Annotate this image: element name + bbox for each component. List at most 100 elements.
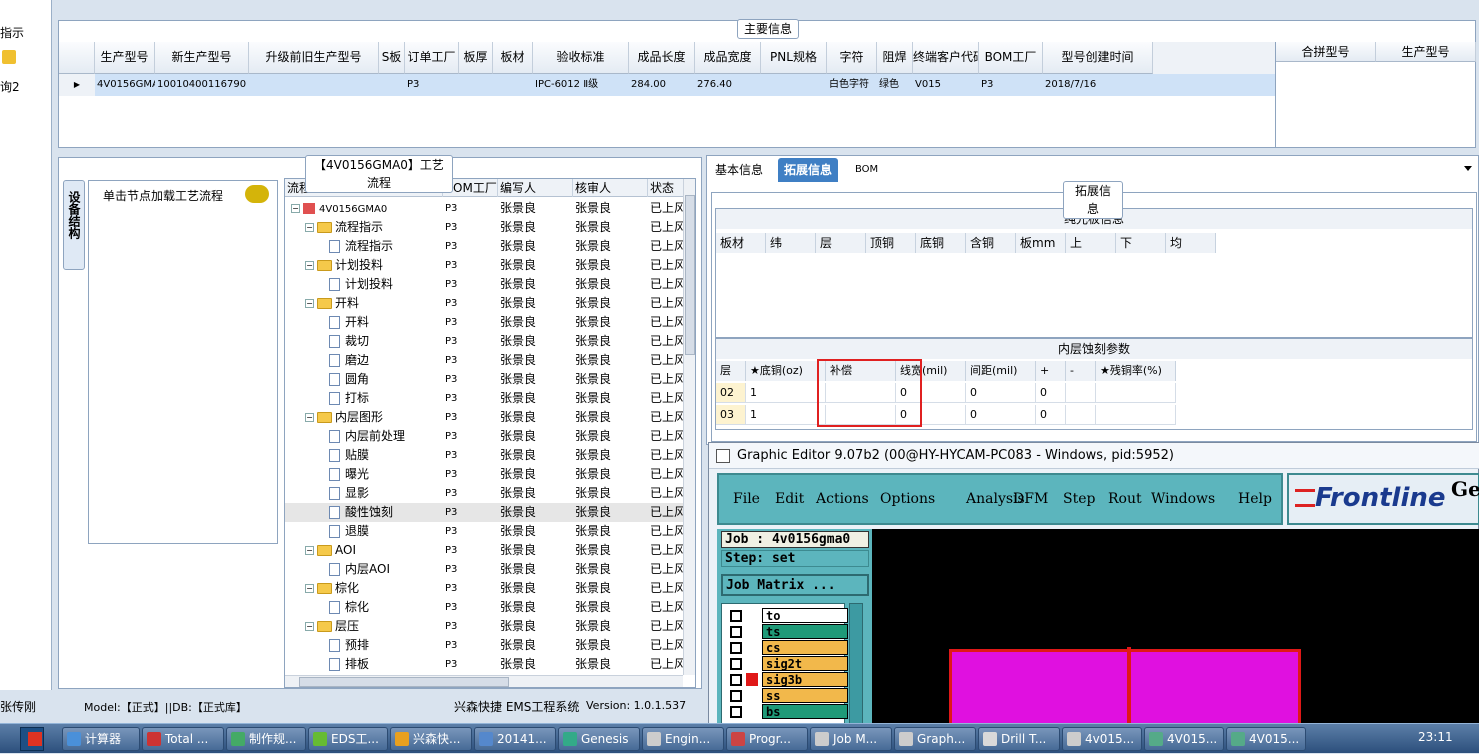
list-item[interactable]: − 棕化 P3 张景良 张景良 已上风: [285, 579, 686, 598]
column-header[interactable]: 升级前旧生产型号: [249, 42, 379, 74]
etch-cell[interactable]: 0: [966, 383, 1036, 403]
collapse-icon[interactable]: −: [291, 204, 300, 213]
collapse-icon[interactable]: −: [305, 413, 314, 422]
tree-node[interactable]: 显影: [329, 484, 369, 503]
column-header[interactable]: 阻焊: [877, 42, 913, 74]
tree-node[interactable]: 打标: [329, 389, 369, 408]
tree-node[interactable]: 内层AOI: [329, 560, 390, 579]
list-item[interactable]: 计划投料 P3 张景良 张景良 已上风: [285, 275, 686, 294]
collapse-icon[interactable]: −: [305, 584, 314, 593]
layer-name[interactable]: bs: [762, 704, 848, 719]
column-header[interactable]: 成品宽度: [695, 42, 761, 74]
tree-node[interactable]: 退膜: [329, 522, 369, 541]
column-header[interactable]: BOM工厂: [979, 42, 1043, 74]
column-header[interactable]: 生产型号: [95, 42, 155, 74]
taskbar-button[interactable]: 兴森快...: [390, 727, 472, 751]
taskbar-button[interactable]: 4V015...: [1144, 727, 1224, 751]
layer-name[interactable]: ts: [762, 624, 848, 639]
hint-text[interactable]: 单击节点加载工艺流程: [103, 187, 223, 204]
taskbar-button[interactable]: 制作规...: [226, 727, 306, 751]
layer-scrollbar[interactable]: [849, 603, 863, 728]
list-item[interactable]: − 流程指示 P3 张景良 张景良 已上风: [285, 218, 686, 237]
taskbar-button[interactable]: 20141...: [474, 727, 556, 751]
pure-column-header[interactable]: 层: [816, 233, 866, 253]
pure-column-header[interactable]: 上: [1066, 233, 1116, 253]
hscroll-thumb[interactable]: [299, 677, 509, 687]
tree-node[interactable]: − 棕化: [305, 579, 359, 598]
list-item[interactable]: − 层压 P3 张景良 张景良 已上风: [285, 617, 686, 636]
tree-node[interactable]: 贴膜: [329, 446, 369, 465]
tree-node[interactable]: 酸性蚀刻: [329, 503, 393, 522]
etch-cell[interactable]: [1096, 405, 1176, 425]
scrollbar-thumb[interactable]: [685, 195, 695, 355]
layer-row[interactable]: ts: [730, 624, 860, 639]
layer-name[interactable]: ss: [762, 688, 848, 703]
column-header[interactable]: 字符: [827, 42, 877, 74]
taskbar-button[interactable]: 4V015...: [1226, 727, 1306, 751]
layer-checkbox[interactable]: [730, 690, 742, 702]
tree-node[interactable]: − 内层图形: [305, 408, 383, 427]
list-item[interactable]: 贴膜 P3 张景良 张景良 已上风: [285, 446, 686, 465]
tree-column-header[interactable]: 核审人: [573, 179, 648, 197]
menu-item[interactable]: Rout: [1108, 491, 1142, 507]
list-item[interactable]: 开料 P3 张景良 张景良 已上风: [285, 313, 686, 332]
nav-item-query[interactable]: 询2: [0, 78, 20, 95]
pure-column-header[interactable]: 下: [1116, 233, 1166, 253]
layer-name[interactable]: cs: [762, 640, 848, 655]
list-item[interactable]: 退膜 P3 张景良 张景良 已上风: [285, 522, 686, 541]
list-item[interactable]: − 内层图形 P3 张景良 张景良 已上风: [285, 408, 686, 427]
list-item[interactable]: 裁切 P3 张景良 张景良 已上风: [285, 332, 686, 351]
tree-node[interactable]: − 开料: [305, 294, 359, 313]
taskbar-button[interactable]: Graph...: [894, 727, 976, 751]
job-matrix-button[interactable]: Job Matrix ...: [721, 574, 869, 596]
layer-checkbox[interactable]: [730, 626, 742, 638]
list-item[interactable]: 内层AOI P3 张景良 张景良 已上风: [285, 560, 686, 579]
menu-item[interactable]: Actions: [816, 491, 869, 507]
list-item[interactable]: 棕化 P3 张景良 张景良 已上风: [285, 598, 686, 617]
tree-node[interactable]: 流程指示: [329, 237, 393, 256]
pure-column-header[interactable]: 含铜: [966, 233, 1016, 253]
pure-column-header[interactable]: 底铜: [916, 233, 966, 253]
list-item[interactable]: − 计划投料 P3 张景良 张景良 已上风: [285, 256, 686, 275]
column-header[interactable]: 型号创建时间: [1043, 42, 1153, 74]
pure-column-header[interactable]: 板材: [716, 233, 766, 253]
column-header[interactable]: PNL规格: [761, 42, 827, 74]
tree-node[interactable]: − AOI: [305, 541, 356, 560]
list-item[interactable]: − AOI P3 张景良 张景良 已上风: [285, 541, 686, 560]
etch-cell[interactable]: [1066, 383, 1096, 403]
etch-cell[interactable]: [1066, 405, 1096, 425]
collapse-icon[interactable]: −: [305, 261, 314, 270]
tab-basic-info[interactable]: 基本信息: [709, 158, 769, 182]
pure-column-header[interactable]: 纬: [766, 233, 816, 253]
list-item[interactable]: 圆角 P3 张景良 张景良 已上风: [285, 370, 686, 389]
pure-column-header[interactable]: 顶铜: [866, 233, 916, 253]
collapse-icon[interactable]: −: [305, 546, 314, 555]
taskbar-button[interactable]: Job M...: [810, 727, 892, 751]
tree-node[interactable]: 圆角: [329, 370, 369, 389]
column-header[interactable]: 成品长度: [629, 42, 695, 74]
column-header[interactable]: 终端客户代码: [913, 42, 979, 74]
row-indicator[interactable]: ▶: [59, 74, 95, 96]
tree-node[interactable]: 预排: [329, 636, 369, 655]
layer-name[interactable]: sig3b: [762, 672, 848, 687]
tree-node[interactable]: 裁切: [329, 332, 369, 351]
taskbar-button[interactable]: 计算器: [62, 727, 140, 751]
etch-cell[interactable]: 1: [746, 383, 826, 403]
taskbar-button[interactable]: Engin...: [642, 727, 724, 751]
taskbar-button[interactable]: Genesis: [558, 727, 640, 751]
layer-row[interactable]: ss: [730, 688, 860, 703]
list-item[interactable]: 曝光 P3 张景良 张景良 已上风: [285, 465, 686, 484]
list-item[interactable]: − 开料 P3 张景良 张景良 已上风: [285, 294, 686, 313]
taskbar-button[interactable]: EDS工...: [308, 727, 388, 751]
list-item[interactable]: 酸性蚀刻 P3 张景良 张景良 已上风: [285, 503, 686, 522]
tree-column-header[interactable]: 状态: [648, 179, 688, 197]
column-header[interactable]: 订单工厂: [405, 42, 459, 74]
list-item[interactable]: 打标 P3 张景良 张景良 已上风: [285, 389, 686, 408]
etch-cell[interactable]: 0: [966, 405, 1036, 425]
etch-column-header[interactable]: ★残铜率(%): [1096, 361, 1176, 381]
tree-node[interactable]: 开料: [329, 313, 369, 332]
collapse-icon[interactable]: −: [305, 622, 314, 631]
chevron-down-icon[interactable]: [1464, 166, 1472, 171]
etch-column-header[interactable]: -: [1066, 361, 1096, 381]
list-item[interactable]: 流程指示 P3 张景良 张景良 已上风: [285, 237, 686, 256]
